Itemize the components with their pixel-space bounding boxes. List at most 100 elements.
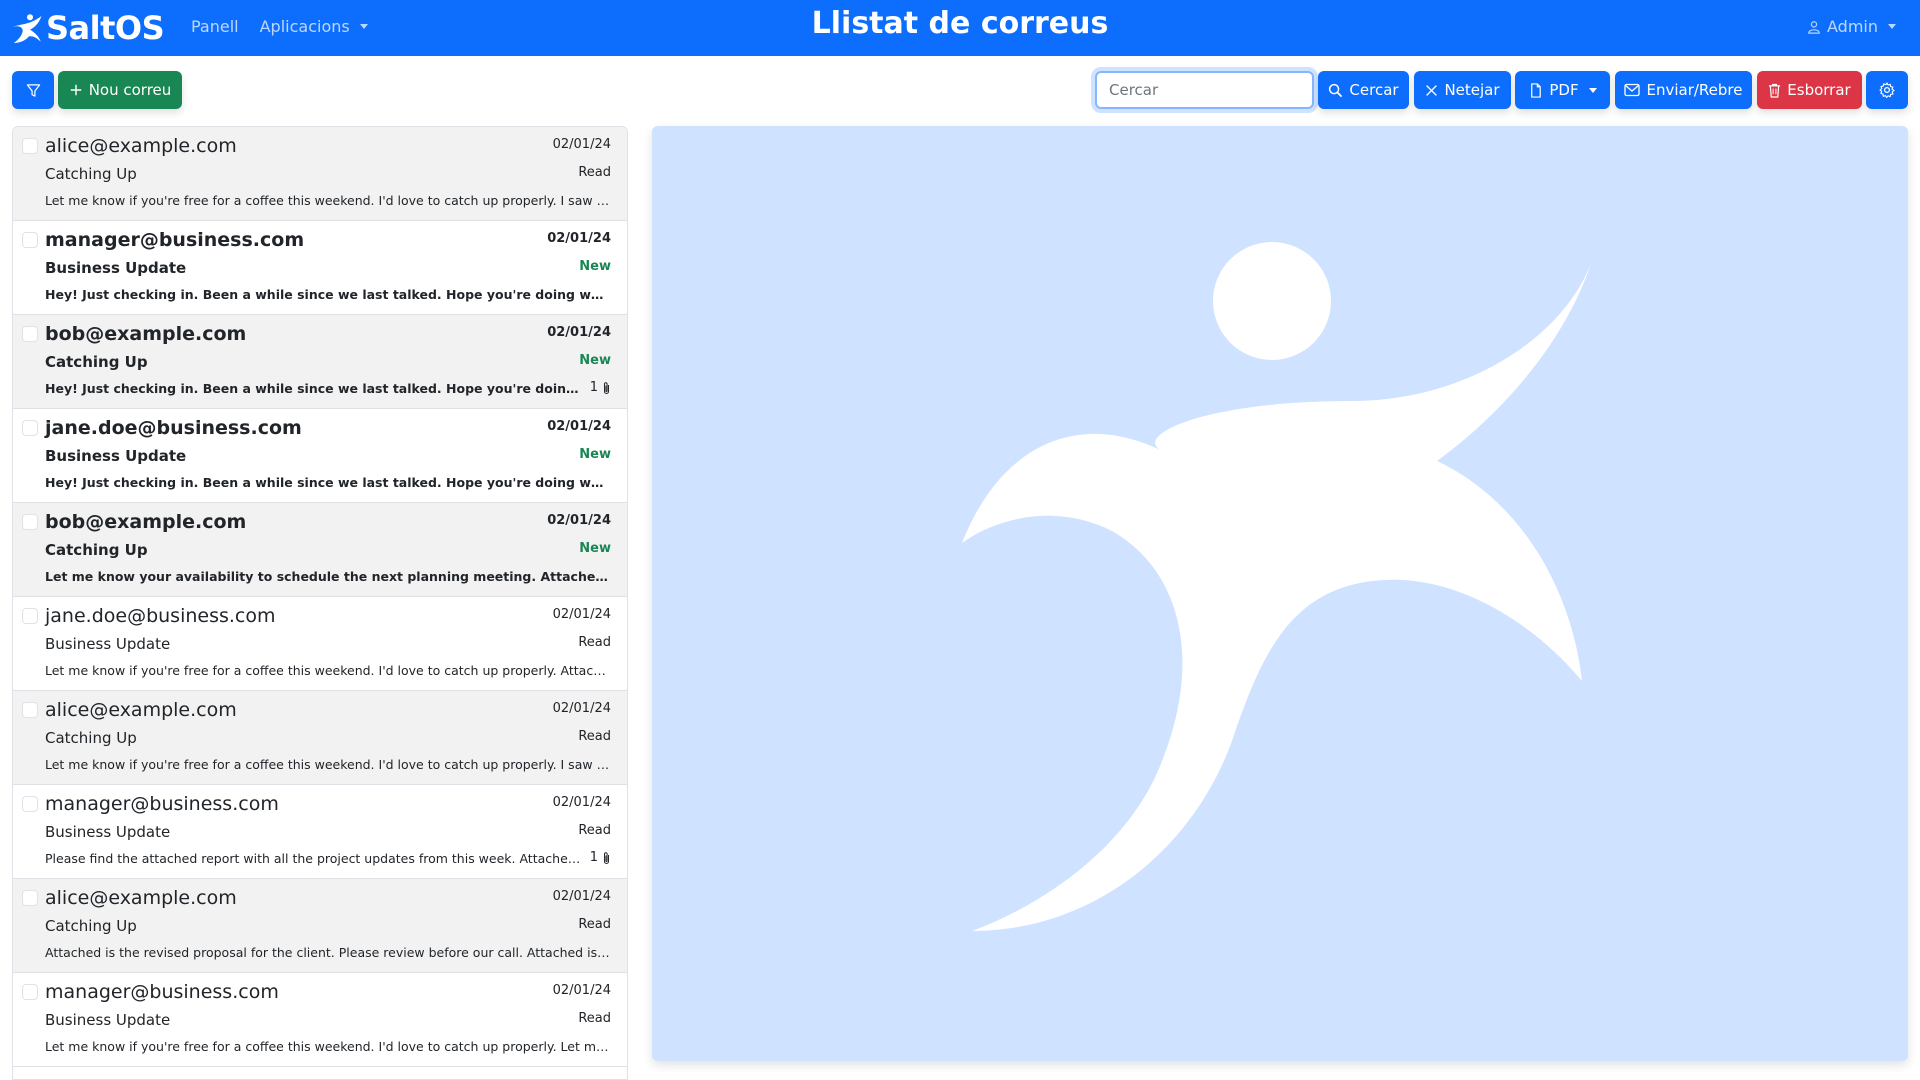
mail-checkbox[interactable]: [22, 420, 38, 436]
mail-status-badge: Read: [578, 917, 611, 932]
mail-status-badge: New: [579, 541, 611, 556]
mail-list-item[interactable]: alice@example.com 02/01/24 Catching Up Read…: [13, 127, 627, 221]
clear-button[interactable]: Netejar: [1414, 71, 1511, 109]
pdf-button[interactable]: PDF: [1515, 71, 1610, 109]
mail-preview-text: Hey! Just checking in. Been a while sinc…: [45, 287, 611, 302]
mail-sender: manager@business.com: [45, 229, 305, 251]
paperclip-icon: [604, 851, 609, 864]
filter-icon: [26, 83, 40, 97]
mail-sender: alice@example.com: [45, 887, 237, 909]
mail-preview-text: Please find the attached report with all…: [45, 851, 581, 866]
mail-date: 02/01/24: [547, 231, 611, 246]
mail-list-item[interactable]: bob@example.com 02/01/24 Catching Up New Let…: [13, 503, 627, 597]
chevron-down-icon: [359, 24, 368, 29]
delete-button-label: Esborrar: [1787, 81, 1851, 99]
mail-sender: jane.doe@business.com: [45, 605, 276, 627]
mail-list-item[interactable]: alice@example.com 02/01/24 Catching Up Read…: [13, 879, 627, 973]
nav-link-label: Panell: [191, 17, 239, 36]
gear-icon: [1879, 82, 1895, 98]
mail-subject: Catching Up: [45, 165, 137, 183]
mail-checkbox[interactable]: [22, 890, 38, 906]
trash-icon: [1769, 83, 1781, 98]
clear-button-label: Netejar: [1444, 81, 1500, 99]
mail-preview-text: Let me know if you're free for a coffee …: [45, 757, 611, 772]
nav-link-panell[interactable]: Panell: [191, 17, 239, 36]
mail-list-item[interactable]: manager@business.com 02/01/24 Business Upd…: [13, 785, 627, 879]
filter-button[interactable]: [12, 71, 54, 109]
new-mail-button[interactable]: Nou correu: [58, 71, 182, 109]
mail-date: 02/01/24: [552, 795, 611, 810]
mail-date: 02/01/24: [552, 889, 611, 904]
mail-preview-text: Let me know your availability to schedul…: [45, 569, 611, 584]
mail-list-item[interactable]: jane.doe@business.com 02/01/24 Business Up…: [13, 597, 627, 691]
mail-preview-text: Let me know if you're free for a coffee …: [45, 663, 611, 678]
user-menu[interactable]: Admin: [1807, 17, 1896, 36]
mail-list-item[interactable]: manager@business.com 02/01/24 Business Upd…: [13, 973, 627, 1067]
mail-preview-text: Hey! Just checking in. Been a while sinc…: [45, 381, 581, 396]
mail-subject: Catching Up: [45, 541, 148, 559]
mail-sender: bob@example.com: [45, 511, 247, 533]
chevron-down-icon: [1588, 87, 1597, 93]
send-receive-button[interactable]: Enviar/Rebre: [1615, 71, 1752, 109]
brand-logo[interactable]: SaltOS: [12, 8, 165, 48]
mail-checkbox[interactable]: [22, 796, 38, 812]
mail-checkbox[interactable]: [22, 984, 38, 1000]
mail-list-item[interactable]: manager@business.com 02/01/24 Business Upd…: [13, 221, 627, 315]
saltos-logo-icon: [962, 242, 1592, 931]
mail-status-badge: New: [579, 259, 611, 274]
mail-status-badge: New: [579, 447, 611, 462]
plus-icon: [70, 84, 81, 96]
nav-link-aplicacions[interactable]: Aplicacions: [260, 17, 368, 36]
mail-subject: Business Update: [45, 259, 187, 277]
mail-sender: manager@business.com: [45, 793, 279, 815]
attachment-indicator: 1: [590, 850, 611, 865]
file-pdf-icon: [1531, 82, 1542, 98]
mail-checkbox[interactable]: [22, 608, 38, 624]
envelope-icon: [1624, 83, 1641, 97]
pdf-button-label: PDF: [1549, 81, 1579, 99]
mail-preview-text: Let me know if you're free for a coffee …: [45, 193, 611, 208]
mail-subject: Catching Up: [45, 917, 137, 935]
mail-checkbox[interactable]: [22, 138, 38, 154]
user-name: Admin: [1827, 17, 1878, 36]
mail-date: 02/01/24: [552, 137, 611, 152]
mail-date: 02/01/24: [552, 701, 611, 716]
delete-button[interactable]: Esborrar: [1757, 71, 1862, 109]
mail-checkbox[interactable]: [22, 514, 38, 530]
mail-date: 02/01/24: [552, 983, 611, 998]
mail-subject: Business Update: [45, 1011, 171, 1029]
mail-subject: Business Update: [45, 823, 171, 841]
brand-name: SaltOS: [46, 9, 165, 47]
mail-subject: Business Update: [45, 447, 187, 465]
attachment-count: 1: [589, 850, 598, 865]
mail-list: alice@example.com 02/01/24 Catching Up Read…: [12, 126, 628, 1080]
paperclip-icon: [604, 381, 609, 394]
mail-checkbox[interactable]: [22, 232, 38, 248]
mail-status-badge: New: [579, 353, 611, 368]
mail-sender: manager@business.com: [45, 981, 279, 1003]
mail-status-badge: Read: [578, 823, 611, 838]
mail-subject: Catching Up: [45, 353, 148, 371]
mail-subject: Catching Up: [45, 729, 137, 747]
mail-status-badge: Read: [578, 165, 611, 180]
mail-preview-text: Hey! Just checking in. Been a while sinc…: [45, 475, 611, 490]
settings-button[interactable]: [1866, 71, 1908, 109]
mail-status-badge: Read: [578, 635, 611, 650]
search-button-label: Cercar: [1349, 81, 1399, 99]
mail-date: 02/01/24: [547, 325, 611, 340]
mail-list-item[interactable]: jane.doe@business.com 02/01/24 Business Up…: [13, 409, 627, 503]
mail-date: 02/01/24: [547, 419, 611, 434]
mail-list-item[interactable]: alice@example.com 02/01/24 Catching Up Read…: [13, 691, 627, 785]
mail-list-item[interactable]: bob@example.com 02/01/24 Catching Up New Hey…: [13, 315, 627, 409]
nav-links: Panell Aplicacions: [191, 17, 368, 36]
mail-checkbox[interactable]: [22, 326, 38, 342]
mail-preview-text: Attached is the revised proposal for the…: [45, 945, 611, 960]
search-input[interactable]: [1095, 71, 1314, 109]
preview-panel: [652, 126, 1908, 1061]
mail-checkbox[interactable]: [22, 702, 38, 718]
chevron-down-icon: [1888, 24, 1896, 29]
user-icon: [1808, 20, 1820, 34]
search-button[interactable]: Cercar: [1318, 71, 1409, 109]
mail-date: 02/01/24: [547, 513, 611, 528]
nav-link-label: Aplicacions: [259, 17, 350, 36]
